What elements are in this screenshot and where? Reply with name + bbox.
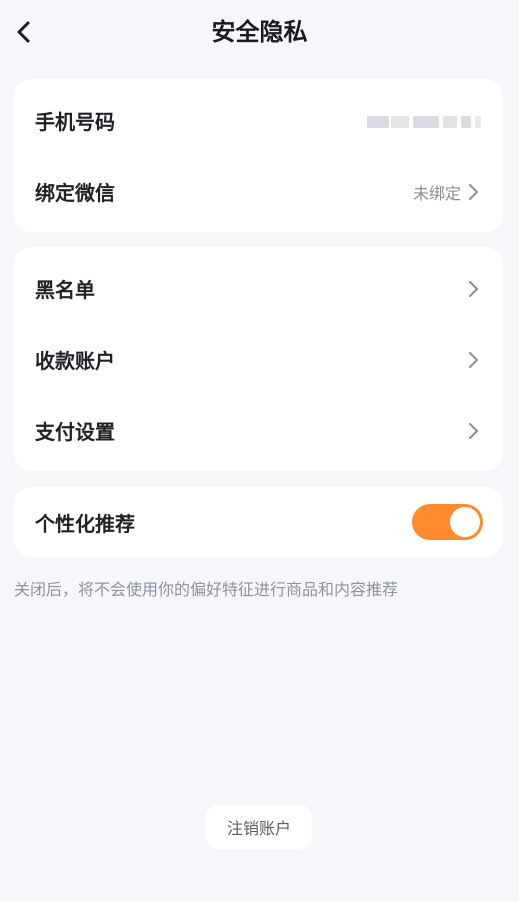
page-title: 安全隐私 xyxy=(211,18,308,46)
masked-phone-value xyxy=(361,113,481,129)
toggle-knob xyxy=(450,507,480,537)
chevron-right-icon xyxy=(467,350,481,370)
settings-card: 黑名单 收款账户 支付设置 xyxy=(14,247,503,471)
phone-row[interactable]: 手机号码 xyxy=(14,85,503,156)
phone-label: 手机号码 xyxy=(35,110,115,134)
settings-item-payee-account[interactable]: 收款账户 xyxy=(14,324,503,395)
personalization-label: 个性化推荐 xyxy=(35,511,135,536)
navigation-bar: 安全隐私 xyxy=(0,0,519,66)
wechat-bind-label: 绑定微信 xyxy=(35,181,115,205)
personalization-card: 个性化推荐 xyxy=(14,487,503,557)
settings-item-blacklist[interactable]: 黑名单 xyxy=(14,253,503,324)
delete-account-button[interactable]: 注销账户 xyxy=(206,805,312,849)
settings-item-label: 收款账户 xyxy=(35,349,115,373)
personalization-note: 关闭后，将不会使用你的偏好特征进行商品和内容推荐 xyxy=(14,580,399,599)
account-card: 手机号码 绑定微信 未绑定 xyxy=(14,79,503,232)
wechat-bind-row[interactable]: 绑定微信 未绑定 xyxy=(14,156,503,227)
settings-item-payment-settings[interactable]: 支付设置 xyxy=(14,395,503,466)
personalization-toggle[interactable] xyxy=(412,504,483,540)
chevron-right-icon xyxy=(467,182,481,202)
settings-item-label: 黑名单 xyxy=(35,278,95,302)
settings-item-label: 支付设置 xyxy=(35,420,115,444)
personalization-row: 个性化推荐 xyxy=(14,487,503,557)
chevron-right-icon xyxy=(467,279,481,299)
chevron-right-icon xyxy=(467,421,481,441)
wechat-bind-status: 未绑定 xyxy=(412,183,461,203)
